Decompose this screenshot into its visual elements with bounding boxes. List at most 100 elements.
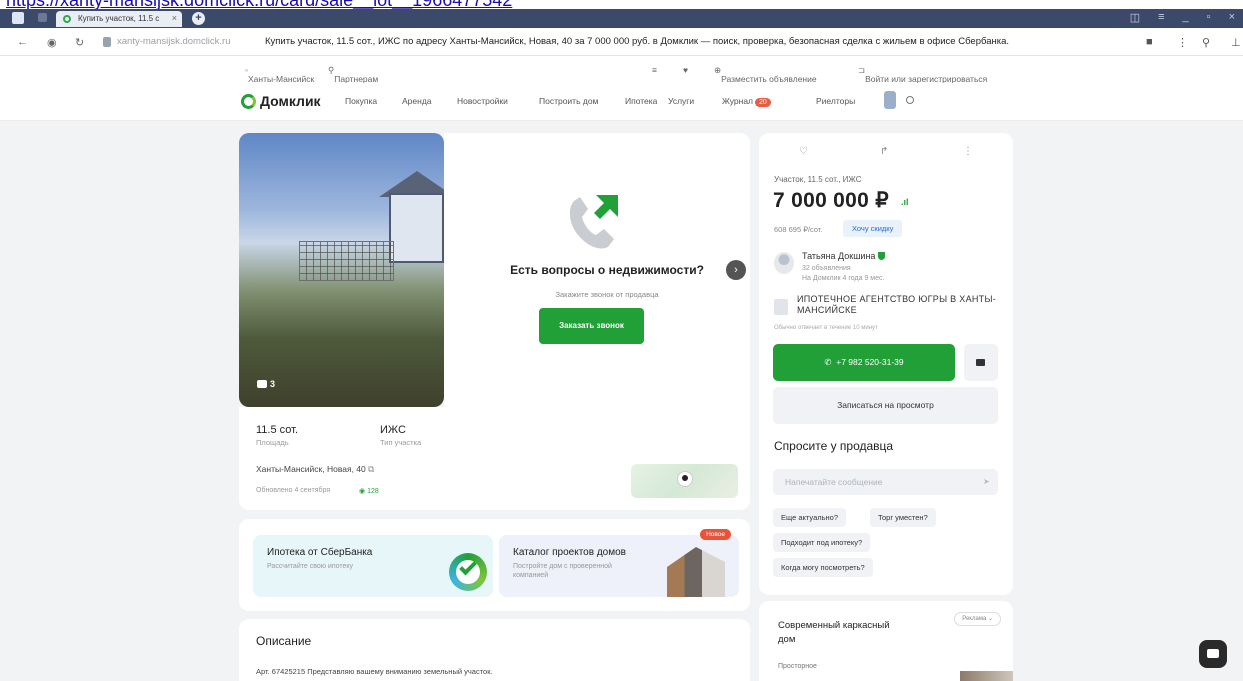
mortgage-promo[interactable]: Ипотека от СберБанка Рассчитайте свою ип… — [253, 535, 493, 597]
new-tab-button[interactable]: + — [192, 12, 205, 25]
price-chart-icon[interactable]: .ıl — [901, 197, 909, 207]
phone-callback-icon — [569, 195, 618, 249]
chevron-down-icon: ⌄ — [987, 616, 993, 622]
agency-logo — [774, 299, 788, 315]
bookmark-icon[interactable]: ■ — [1146, 36, 1153, 48]
login-link[interactable]: ⊐ Войти или зарегистрироваться — [858, 65, 987, 84]
nav-mortgage[interactable]: Ипотека — [625, 96, 657, 106]
agent-ads-count: 32 объявления — [802, 265, 851, 272]
address-bar: ← ◉ ↻ xanty-mansijsk.domclick.ru Купить … — [0, 28, 1243, 56]
order-call-button[interactable]: Заказать звонок — [539, 308, 644, 344]
favorite-heart-icon[interactable]: ♡ — [799, 146, 808, 157]
ad-title: Современный каркасный дом — [778, 620, 890, 645]
domclick-logo-icon — [241, 93, 256, 109]
agent-name[interactable]: Татьяна Докшина — [802, 251, 886, 261]
journal-badge: 20 — [755, 98, 771, 107]
plot-type-label: Тип участка — [380, 438, 422, 447]
restore-icon[interactable]: ▫ — [1207, 11, 1211, 24]
bookmarks-icon[interactable]: ◫ — [1130, 11, 1140, 24]
page-url-link[interactable]: https://xanty-mansijsk.domclick.ru/card/… — [6, 0, 512, 9]
more-icon[interactable]: ⋮ — [1177, 36, 1188, 49]
browser-logo-icon[interactable] — [12, 12, 24, 24]
tabs-menu-icon[interactable] — [38, 13, 47, 22]
fence-image — [299, 241, 394, 281]
listing-type: Участок, 11.5 сот., ИЖС — [774, 175, 862, 184]
share-icon[interactable]: ↱ — [880, 146, 888, 157]
nav-new-buildings[interactable]: Новостройки — [457, 96, 508, 106]
area-value: 11.5 сот. — [256, 424, 299, 436]
tab-title: Купить участок, 11.5 с — [78, 14, 160, 23]
ad-image — [960, 671, 1013, 681]
quick-question-chip[interactable]: Когда могу посмотреть? — [773, 558, 873, 577]
chat-button[interactable] — [964, 344, 998, 381]
message-input[interactable] — [773, 469, 998, 495]
house-catalog-promo[interactable]: Новое Каталог проектов домов Постройте д… — [499, 529, 739, 597]
ad-badge[interactable]: Реклама ⌄ — [954, 612, 1001, 626]
ask-seller-title: Спросите у продавца — [774, 439, 894, 453]
place-ad-link[interactable]: ⊕ Разместить объявление — [714, 65, 817, 84]
favorites-icon[interactable]: ♥ — [683, 65, 688, 75]
description-section: Описание Арт. 67425215 Представляю вашем… — [239, 619, 750, 681]
phone-icon: ✆ — [824, 357, 832, 367]
back-icon[interactable]: ← — [17, 36, 28, 48]
shield-icon[interactable]: ◉ — [47, 36, 57, 49]
extensions-icon[interactable]: ⚲ — [1202, 36, 1210, 49]
domclick-logo[interactable]: Домклик — [241, 93, 321, 109]
profile-icon[interactable] — [906, 96, 914, 104]
call-button[interactable]: ✆ +7 982 520-31-39 — [773, 344, 955, 381]
menu-icon[interactable]: ≡ — [1158, 11, 1164, 24]
address-page-title[interactable]: Купить участок, 11.5 сот., ИЖС по адресу… — [265, 36, 1009, 47]
user-avatar-icon[interactable] — [884, 91, 896, 109]
browser-tab[interactable]: Купить участок, 11.5 с × — [56, 11, 182, 27]
house-thumbnail — [667, 547, 725, 597]
ad-subtitle: Просторное — [778, 663, 817, 670]
support-chat-icon[interactable] — [1199, 640, 1227, 668]
want-discount-button[interactable]: Хочу скидку — [843, 220, 903, 237]
schedule-viewing-button[interactable]: Записаться на просмотр — [773, 387, 998, 424]
views-value: 128 — [367, 488, 379, 495]
nav-build-house[interactable]: Построить дом — [539, 96, 598, 106]
address-domain[interactable]: xanty-mansijsk.domclick.ru — [117, 36, 231, 47]
lock-icon — [103, 37, 111, 47]
more-options-icon[interactable]: ⋮ — [963, 146, 973, 157]
address-text: Ханты-Мансийск, Новая, 40 — [256, 464, 366, 474]
map-pin-icon — [677, 471, 693, 487]
compare-icon[interactable]: ≡ — [652, 65, 657, 75]
quick-question-chip[interactable]: Торг уместен? — [870, 508, 936, 527]
window-controls: ◫ ≡ _ ▫ × — [1130, 11, 1235, 24]
catalog-promo-subtitle: Постройте дом с проверенной компанией — [513, 563, 612, 579]
new-badge: Новое — [700, 529, 731, 540]
close-tab-icon[interactable]: × — [172, 13, 177, 23]
nav-journal[interactable]: Журнал 20 — [722, 96, 771, 107]
photo-count-value: 3 — [270, 379, 276, 389]
reload-icon[interactable]: ↻ — [75, 36, 84, 49]
camera-icon — [257, 380, 267, 388]
listing-photo[interactable]: 3 — [239, 133, 444, 407]
copy-icon[interactable]: ⧉ — [368, 464, 374, 474]
map-thumbnail[interactable] — [631, 464, 738, 498]
download-icon[interactable]: ⊥ — [1231, 36, 1241, 49]
nav-buy[interactable]: Покупка — [345, 96, 377, 106]
quick-question-chip[interactable]: Подходит под ипотеку? — [773, 533, 871, 552]
close-window-icon[interactable]: × — [1229, 11, 1235, 24]
nav-rent[interactable]: Аренда — [402, 96, 432, 106]
city-selector[interactable]: ◦ Ханты-Мансийск — [245, 65, 314, 84]
main-navigation: Домклик Покупка Аренда Новостройки Постр… — [0, 83, 1243, 121]
minimize-icon[interactable]: _ — [1183, 11, 1189, 24]
area-label: Площадь — [256, 438, 289, 447]
agency-name[interactable]: ИПОТЕЧНОЕ АГЕНТСТВО ЮГРЫ В ХАНТЫ-МАНСИЙС… — [797, 294, 997, 316]
send-icon[interactable]: ➤ — [983, 477, 990, 486]
agent-avatar[interactable] — [774, 252, 794, 274]
nav-realtors[interactable]: Риелторы — [816, 96, 855, 106]
agent-tenure: На Домклик 4 года 9 мес. — [802, 275, 885, 282]
next-photo-arrow-icon[interactable]: › — [726, 260, 746, 280]
quick-question-chip[interactable]: Еще актуально? — [773, 508, 847, 527]
site-utility-bar: ◦ Ханты-Мансийск ⚲ Партнерам ≡ ♥ ⊕ Разме… — [0, 56, 1243, 84]
partners-link[interactable]: ⚲ Партнерам — [328, 65, 378, 84]
domclick-favicon-icon — [63, 15, 71, 23]
ad-card[interactable]: Реклама ⌄ Современный каркасный дом Прос… — [759, 601, 1013, 681]
nav-journal-label: Журнал — [722, 96, 754, 106]
browser-titlebar: Купить участок, 11.5 с × + ◫ ≡ _ ▫ × — [0, 9, 1243, 28]
description-title: Описание — [256, 634, 312, 648]
nav-services[interactable]: Услуги — [668, 96, 694, 106]
